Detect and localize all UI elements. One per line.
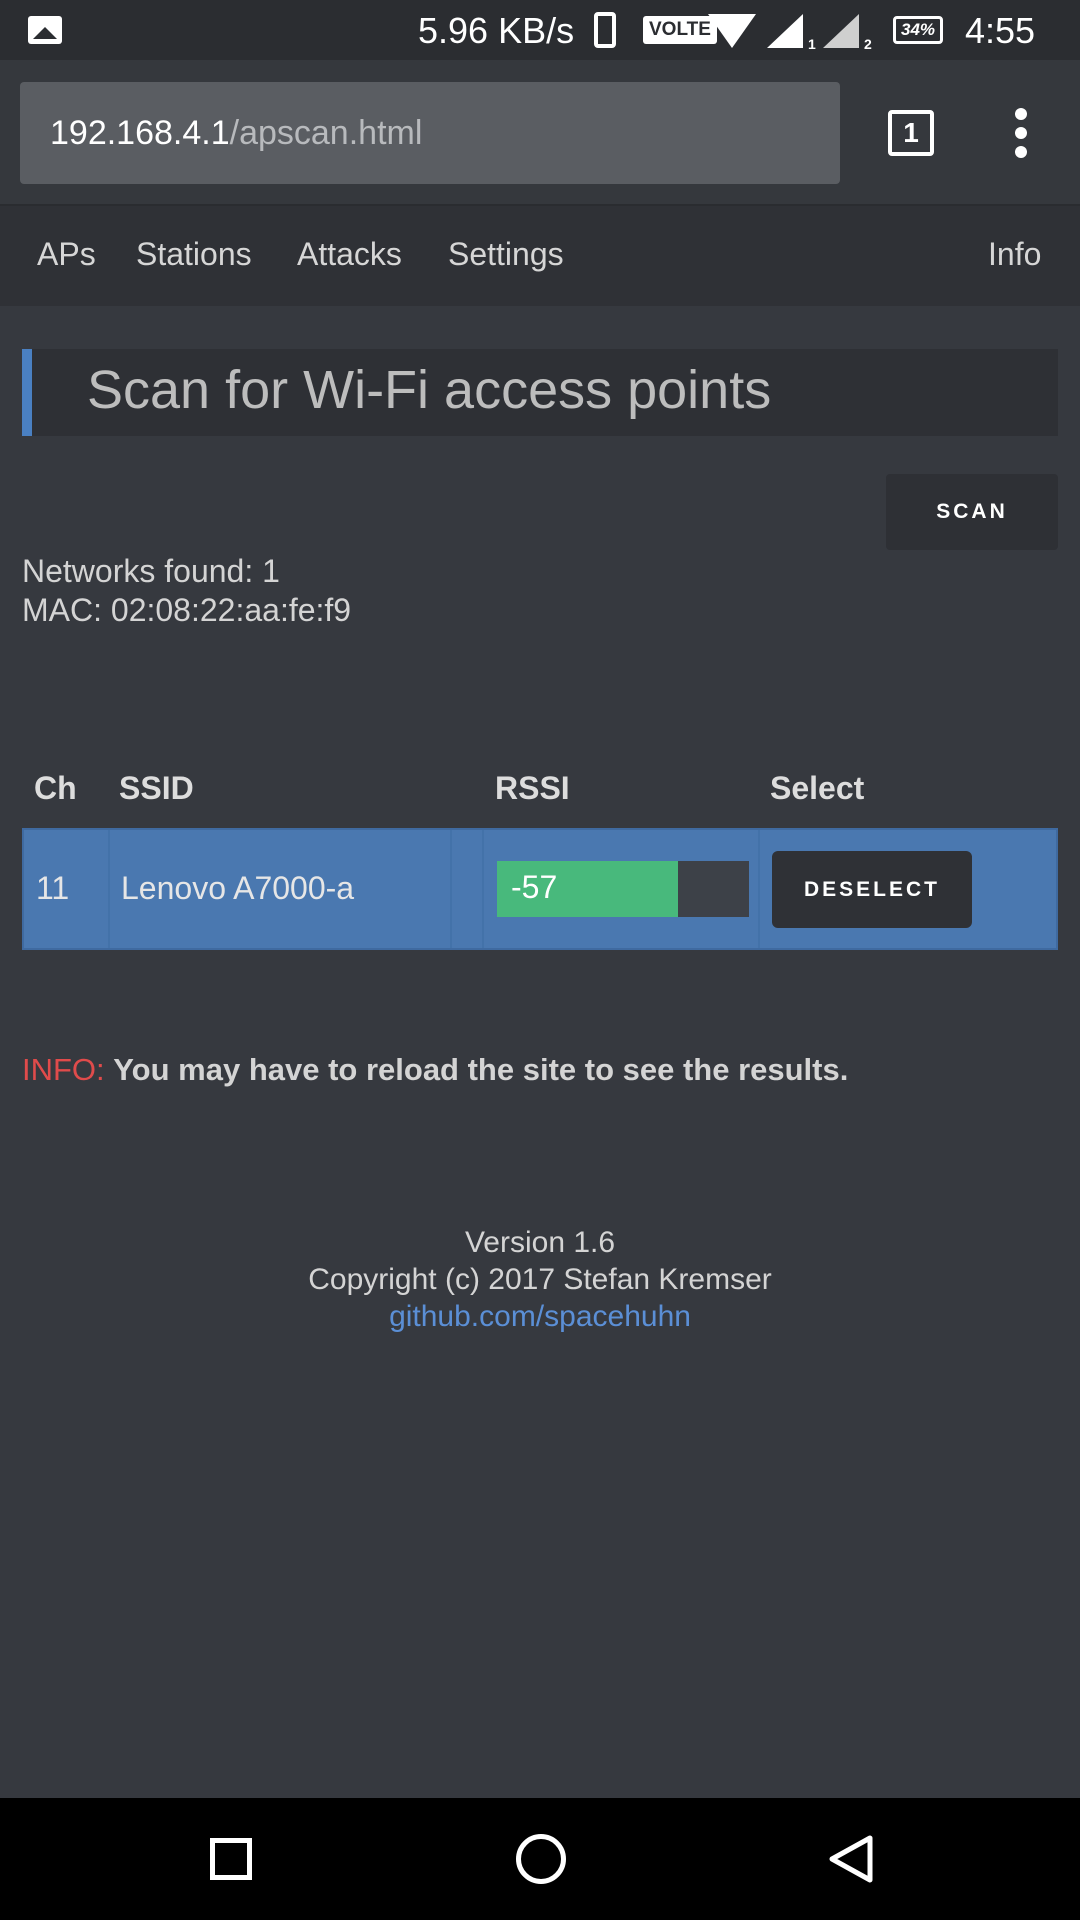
recents-square-icon[interactable]: [210, 1838, 252, 1880]
table-row[interactable]: 11 Lenovo A7000-a -57 DESELECT: [22, 828, 1058, 950]
copyright-text: Copyright (c) 2017 Stefan Kremser: [308, 1263, 772, 1296]
volte-badge: VOLTE: [643, 16, 717, 44]
note-label: INFO:: [22, 1052, 105, 1087]
image-notification-icon: [28, 16, 62, 44]
table-header: Ch SSID RSSI Select: [22, 766, 1058, 826]
rssi-meter: -57: [497, 861, 749, 917]
deselect-button[interactable]: DESELECT: [772, 851, 972, 928]
signal-sim2-icon: [823, 14, 859, 48]
header-ch: Ch: [34, 770, 77, 806]
sim2-label: 2: [864, 36, 872, 52]
nav-attacks[interactable]: Attacks: [297, 236, 402, 273]
system-nav-bar: [0, 1798, 1080, 1920]
status-bar: 5.96 KB/s VOLTE 1 2 34% 4:55 PM: [0, 0, 1080, 91]
version-text: Version 1.6: [464, 1226, 616, 1259]
mac-address: MAC: 02:08:22:aa:fe:f9: [22, 592, 352, 628]
header-select: Select: [770, 770, 865, 806]
browser-toolbar: 192.168.4.1/apscan.html 1: [0, 60, 1080, 206]
url-path: /apscan.html: [229, 114, 423, 152]
footer: Version 1.6 Copyright (c) 2017 Stefan Kr…: [0, 1224, 1080, 1335]
nav-aps[interactable]: APs: [37, 236, 96, 273]
battery-icon: 34%: [893, 16, 943, 44]
reload-note: INFO: You may have to reload the site to…: [22, 1052, 848, 1088]
sim1-label: 1: [808, 36, 816, 52]
networks-found: Networks found: 1: [22, 553, 280, 589]
home-circle-icon[interactable]: [516, 1834, 566, 1884]
network-speed: 5.96 KB/s: [418, 10, 575, 51]
back-triangle-icon[interactable]: [828, 1834, 874, 1884]
phone-icon: [594, 12, 616, 48]
scan-button[interactable]: SCAN: [886, 474, 1058, 550]
header-rssi: RSSI: [495, 770, 570, 806]
row-channel: 11: [36, 870, 70, 906]
page-title-text: Scan for Wi-Fi access points: [87, 360, 772, 420]
nav-info[interactable]: Info: [988, 236, 1041, 273]
overflow-menu-icon[interactable]: [1008, 108, 1036, 158]
signal-sim1-icon: [767, 14, 803, 48]
clock-time: 4:55: [965, 10, 1036, 51]
site-nav: APs Stations Attacks Settings Info: [0, 206, 1080, 306]
nav-settings[interactable]: Settings: [448, 236, 564, 273]
note-text: You may have to reload the site to see t…: [113, 1052, 849, 1087]
url-host: 192.168.4.1: [50, 114, 230, 152]
tab-switcher-button[interactable]: 1: [888, 110, 934, 156]
page-title: Scan for Wi-Fi access points: [22, 349, 1058, 436]
nav-stations[interactable]: Stations: [136, 236, 252, 273]
github-link[interactable]: github.com/spacehuhn: [389, 1300, 691, 1333]
url-bar[interactable]: 192.168.4.1/apscan.html: [20, 82, 840, 184]
rssi-value: -57: [511, 869, 558, 905]
scan-info: Networks found: 1 MAC: 02:08:22:aa:fe:f9: [22, 552, 351, 630]
row-ssid: Lenovo A7000-a: [121, 870, 355, 906]
header-ssid: SSID: [119, 770, 194, 806]
wifi-icon: [708, 14, 756, 48]
